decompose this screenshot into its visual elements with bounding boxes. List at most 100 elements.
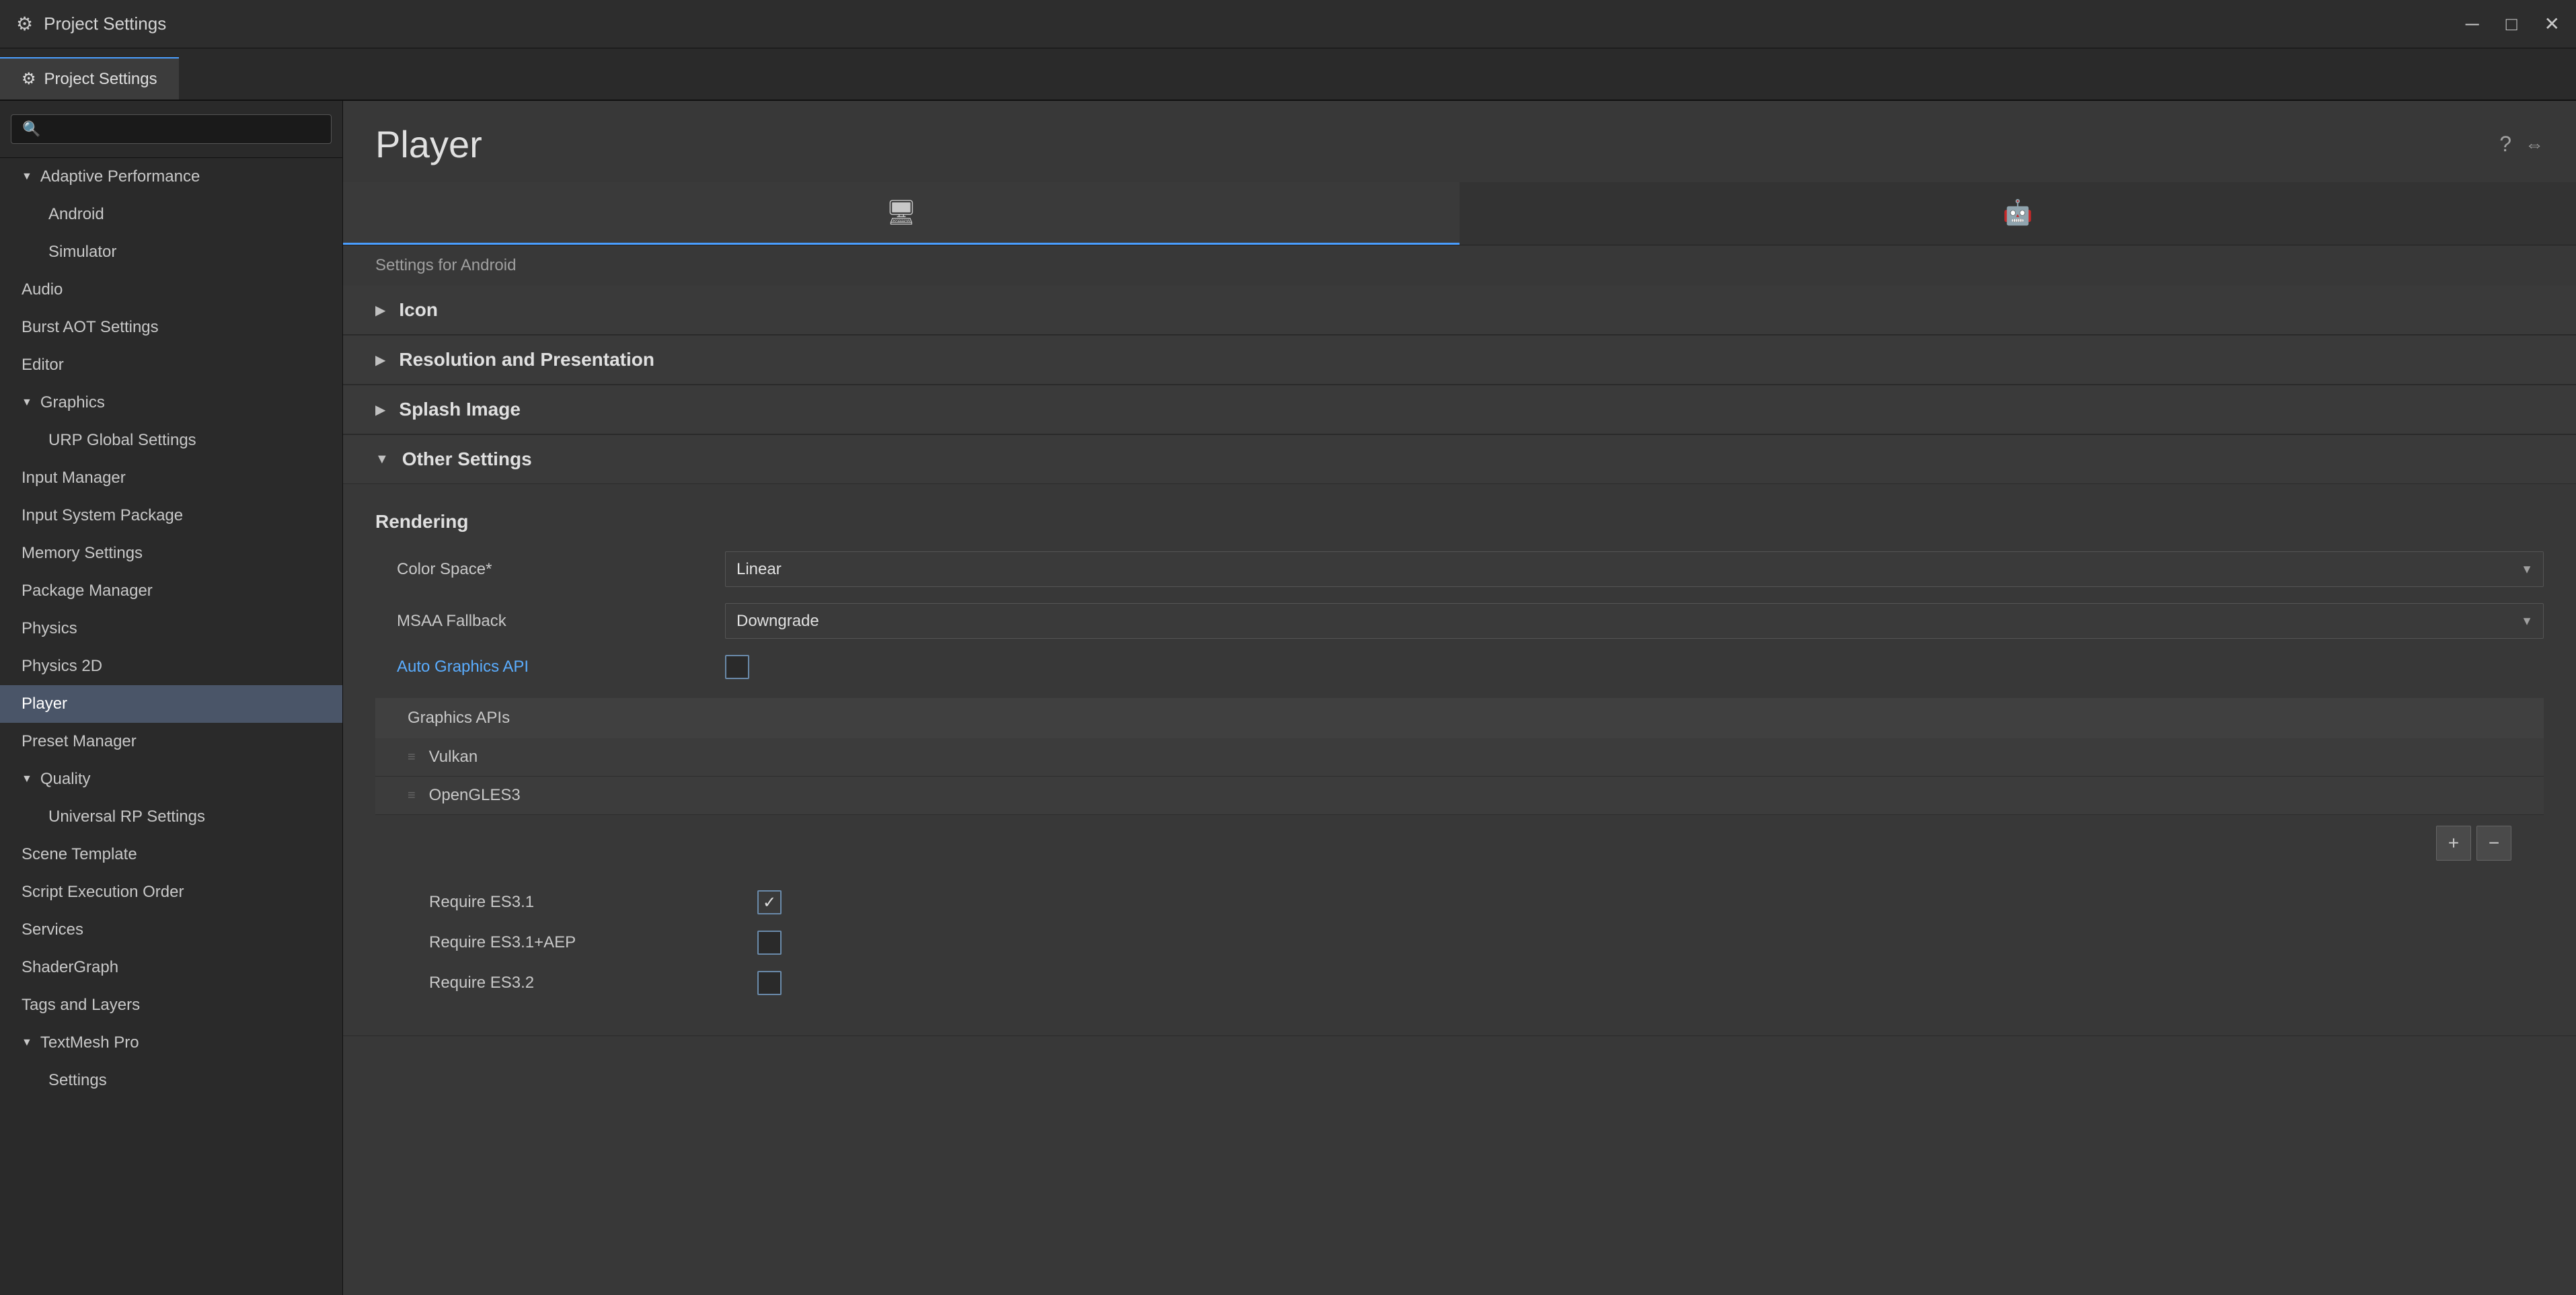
expand-button[interactable]: ⇔ <box>2525 134 2544 155</box>
search-input[interactable] <box>48 120 320 138</box>
sidebar-item-urp-global[interactable]: URP Global Settings <box>0 422 342 459</box>
settings-for-label: Settings for Android <box>343 245 2576 286</box>
sidebar-item-input-manager[interactable]: Input Manager <box>0 459 342 497</box>
sidebar-label: Settings <box>48 1071 107 1090</box>
setting-row-color-space: Color Space* Linear Gamma ▼ <box>375 543 2544 595</box>
sidebar-item-tags-layers[interactable]: Tags and Layers <box>0 986 342 1024</box>
sidebar-label: Android <box>48 205 104 224</box>
collapse-icon: ▶ <box>375 352 385 368</box>
sidebar-item-preset-manager[interactable]: Preset Manager <box>0 723 342 760</box>
color-space-dropdown-wrap: Linear Gamma ▼ <box>725 551 2544 587</box>
sidebar-item-burst-aot[interactable]: Burst AOT Settings <box>0 309 342 346</box>
search-icon: 🔍 <box>22 120 40 138</box>
auto-graphics-checkbox[interactable] <box>725 655 749 679</box>
sidebar-label: Universal RP Settings <box>48 808 205 826</box>
tab-bar: ⚙ Project Settings <box>0 48 2576 101</box>
sidebar-item-android[interactable]: Android <box>0 196 342 233</box>
sidebar-item-editor[interactable]: Editor <box>0 346 342 384</box>
require-es32-label: Require ES3.2 <box>408 974 757 992</box>
drag-handle-icon[interactable]: ≡ <box>408 750 416 765</box>
sidebar-item-script-execution[interactable]: Script Execution Order <box>0 873 342 911</box>
other-settings-body: Rendering Color Space* Linear Gamma ▼ <box>343 484 2576 1035</box>
sidebar-item-universal-rp[interactable]: Universal RP Settings <box>0 798 342 836</box>
tab-label: Project Settings <box>44 70 157 89</box>
sidebar-label: Input Manager <box>22 469 126 487</box>
sidebar-item-audio[interactable]: Audio <box>0 271 342 309</box>
minimize-button[interactable]: ─ <box>2466 15 2479 34</box>
main-layout: 🔍 Adaptive Performance Android Simulator… <box>0 101 2576 1295</box>
sidebar: 🔍 Adaptive Performance Android Simulator… <box>0 101 343 1295</box>
sidebar-item-memory-settings[interactable]: Memory Settings <box>0 535 342 572</box>
sidebar-label: Player <box>22 695 67 713</box>
sidebar-label: Editor <box>22 356 64 375</box>
sidebar-item-player[interactable]: Player <box>0 685 342 723</box>
section-other-settings: ▼ Other Settings Rendering Color Space* … <box>343 435 2576 1036</box>
sidebar-item-settings[interactable]: Settings <box>0 1062 342 1099</box>
sidebar-item-adaptive-performance[interactable]: Adaptive Performance <box>0 158 342 196</box>
msaa-dropdown[interactable]: Downgrade None <box>725 603 2544 639</box>
remove-api-button[interactable]: − <box>2476 826 2511 861</box>
sidebar-item-package-manager[interactable]: Package Manager <box>0 572 342 610</box>
add-api-button[interactable]: + <box>2436 826 2471 861</box>
tab-project-settings[interactable]: ⚙ Project Settings <box>0 57 179 100</box>
color-space-dropdown[interactable]: Linear Gamma <box>725 551 2544 587</box>
sidebar-item-physics-2d[interactable]: Physics 2D <box>0 648 342 685</box>
sidebar-label: Simulator <box>48 243 116 262</box>
sidebar-label: Package Manager <box>22 582 153 600</box>
section-splash-header[interactable]: ▶ Splash Image <box>343 385 2576 434</box>
window-title: Project Settings <box>44 13 166 34</box>
sidebar-item-scene-template[interactable]: Scene Template <box>0 836 342 873</box>
sidebar-item-simulator[interactable]: Simulator <box>0 233 342 271</box>
graphics-apis-label: Graphics APIs <box>408 709 510 727</box>
auto-graphics-label[interactable]: Auto Graphics API <box>375 658 725 676</box>
require-es31-checkbox[interactable] <box>757 890 782 914</box>
sidebar-item-shadergraph[interactable]: ShaderGraph <box>0 949 342 986</box>
platform-tab-standalone[interactable]: 🖥 <box>343 182 1460 245</box>
platform-tab-android[interactable]: 🤖 <box>1460 182 2576 245</box>
sidebar-label: Input System Package <box>22 506 183 525</box>
sidebar-label: URP Global Settings <box>48 431 196 450</box>
sidebar-item-quality[interactable]: Quality <box>0 760 342 798</box>
triangle-icon <box>22 397 32 409</box>
sidebar-label: Adaptive Performance <box>40 167 200 186</box>
require-es32-control <box>757 971 2511 995</box>
section-resolution-title: Resolution and Presentation <box>399 349 654 370</box>
section-icon-header[interactable]: ▶ Icon <box>343 286 2576 335</box>
section-icon: ▶ Icon <box>343 286 2576 336</box>
require-es31aep-control <box>757 931 2511 955</box>
sidebar-item-services[interactable]: Services <box>0 911 342 949</box>
sidebar-item-physics[interactable]: Physics <box>0 610 342 648</box>
section-resolution-header[interactable]: ▶ Resolution and Presentation <box>343 336 2576 385</box>
triangle-icon <box>22 773 32 785</box>
require-es31aep-checkbox[interactable] <box>757 931 782 955</box>
drag-handle-icon[interactable]: ≡ <box>408 788 416 803</box>
sidebar-item-input-system[interactable]: Input System Package <box>0 497 342 535</box>
section-splash-title: Splash Image <box>399 399 521 420</box>
close-button[interactable]: ✕ <box>2544 15 2560 34</box>
sidebar-label: Physics 2D <box>22 657 102 676</box>
sidebar-label: Script Execution Order <box>22 883 184 902</box>
sidebar-label: Memory Settings <box>22 544 143 563</box>
sidebar-label: TextMesh Pro <box>40 1033 139 1052</box>
sidebar-item-graphics[interactable]: Graphics <box>0 384 342 422</box>
setting-row-auto-graphics: Auto Graphics API <box>375 647 2544 687</box>
triangle-icon <box>22 171 32 183</box>
api-actions: + − <box>375 815 2544 871</box>
color-space-label: Color Space* <box>375 560 725 579</box>
sidebar-label: Audio <box>22 280 63 299</box>
msaa-dropdown-wrap: Downgrade None ▼ <box>725 603 2544 639</box>
sidebar-label: Quality <box>40 770 91 789</box>
sidebar-label: Tags and Layers <box>22 996 140 1015</box>
require-es31aep-label: Require ES3.1+AEP <box>408 933 757 952</box>
section-other-header[interactable]: ▼ Other Settings <box>343 435 2576 484</box>
content-header: Player ? ⇔ <box>343 101 2576 182</box>
help-button[interactable]: ? <box>2499 132 2511 157</box>
content-area: Player ? ⇔ 🖥 🤖 Settings for Android ▶ Ic… <box>343 101 2576 1295</box>
app-icon: ⚙ <box>16 13 33 35</box>
maximize-button[interactable]: □ <box>2506 15 2517 34</box>
setting-row-require-es31: Require ES3.1 <box>408 882 2511 923</box>
sidebar-item-textmesh-pro[interactable]: TextMesh Pro <box>0 1024 342 1062</box>
setting-row-require-es32: Require ES3.2 <box>408 963 2511 1003</box>
setting-row-require-es31aep: Require ES3.1+AEP <box>408 923 2511 963</box>
require-es32-checkbox[interactable] <box>757 971 782 995</box>
